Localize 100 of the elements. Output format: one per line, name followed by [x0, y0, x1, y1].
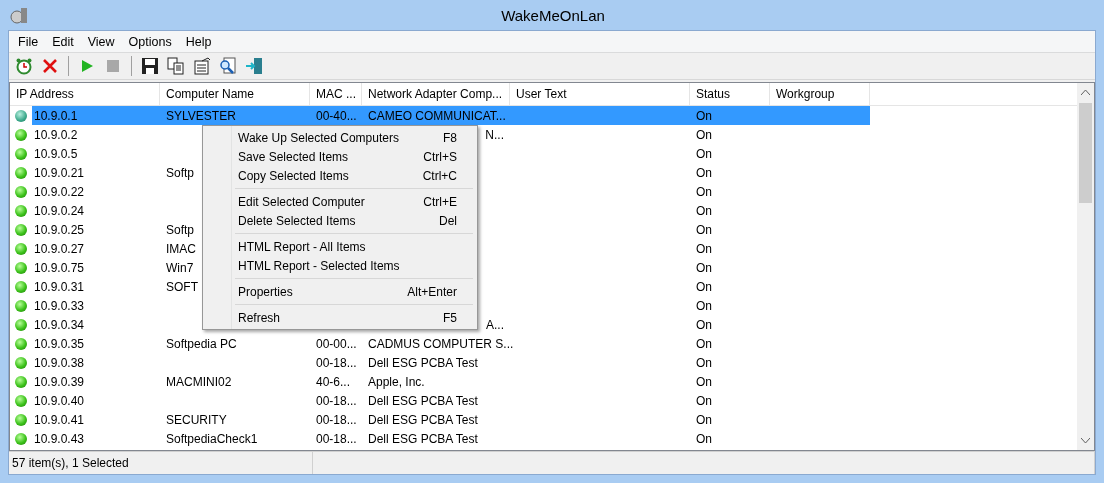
table-cell: On	[696, 146, 712, 161]
status-dot-icon	[15, 432, 27, 445]
table-cell[interactable]: 10.9.0.21	[34, 165, 85, 180]
table-cell[interactable]: 10.9.0.35	[34, 336, 85, 351]
table-cell: On	[696, 431, 712, 446]
scrollbar[interactable]	[1077, 83, 1094, 450]
table-cell: Dell ESG PCBA Test	[368, 355, 478, 370]
column-header[interactable]: Computer Name	[160, 83, 310, 105]
table-cell: Softpedia PC	[166, 336, 237, 351]
menu-item[interactable]: Help	[178, 34, 219, 49]
table-cell: SYLVESTER	[166, 108, 236, 123]
table-cell[interactable]: 10.9.0.22	[34, 184, 85, 199]
status-dot-icon	[15, 375, 27, 388]
table-cell[interactable]: 10.9.0.31	[34, 279, 85, 294]
table-cell: Win7	[166, 260, 194, 275]
table-cell[interactable]: 10.9.0.41	[34, 412, 85, 427]
table-cell[interactable]: 10.9.0.34	[34, 317, 85, 332]
status-dot-icon	[15, 109, 27, 122]
table-cell[interactable]: 10.9.0.25	[34, 222, 85, 237]
table-cell: Dell ESG PCBA Test	[368, 393, 478, 408]
status-dot-icon	[15, 204, 27, 217]
column-header[interactable]: User Text	[510, 83, 690, 105]
status-dot-icon	[15, 413, 27, 426]
status-dot-icon	[15, 356, 27, 369]
table-cell[interactable]: 10.9.0.24	[34, 203, 85, 218]
table-cell[interactable]: 10.9.0.5	[34, 146, 78, 161]
context-menu-item[interactable]: Edit Selected Computer Ctrl+E	[205, 192, 475, 211]
column-header[interactable]: MAC ...	[310, 83, 362, 105]
menu-item[interactable]: View	[80, 34, 122, 49]
alarm-clock-icon[interactable]	[15, 57, 33, 75]
table-cell: On	[696, 165, 712, 180]
status-dot-icon	[15, 280, 27, 293]
menu-item[interactable]: Edit	[45, 34, 81, 49]
status-dot-icon	[15, 223, 27, 236]
status-bar-panel: 57 item(s), 1 Selected	[9, 452, 313, 474]
status-dot-icon	[15, 318, 27, 331]
menu-item[interactable]: File	[11, 34, 46, 49]
menu-item[interactable]: Options	[121, 34, 179, 49]
table-cell[interactable]: 10.9.0.75	[34, 260, 85, 275]
copy-icon[interactable]	[167, 57, 185, 75]
context-menu-item[interactable]: HTML Report - Selected Items	[205, 256, 475, 275]
table-cell: SoftpediaCheck1	[166, 431, 258, 446]
table-cell[interactable]: 10.9.0.40	[34, 393, 85, 408]
context-menu-item[interactable]: Save Selected Items Ctrl+S	[205, 147, 475, 166]
table-cell: On	[696, 374, 712, 389]
status-dot-icon	[15, 261, 27, 274]
status-dot-icon	[15, 394, 27, 407]
context-menu-item[interactable]: Refresh F5	[205, 308, 475, 327]
properties-icon[interactable]	[193, 57, 211, 75]
status-dot-icon	[15, 337, 27, 350]
context-menu-item[interactable]: Copy Selected Items Ctrl+C	[205, 166, 475, 185]
table-cell[interactable]: 10.9.0.1	[34, 108, 78, 123]
column-header[interactable]: Workgroup	[770, 83, 870, 105]
context-menu-item[interactable]: Delete Selected Items Del	[205, 211, 475, 230]
status-dot-icon	[15, 185, 27, 198]
exit-door-icon[interactable]	[245, 57, 263, 75]
context-menu-item[interactable]: Properties Alt+Enter	[205, 282, 475, 301]
table-cell: On	[696, 203, 712, 218]
table-cell: 00-18...	[316, 431, 357, 446]
table-cell: On	[696, 108, 712, 123]
table-cell: Dell ESG PCBA Test	[368, 412, 478, 427]
table-cell: On	[696, 336, 712, 351]
table-cell: On	[696, 260, 712, 275]
column-header[interactable]: Status	[690, 83, 770, 105]
play-icon[interactable]	[80, 59, 94, 73]
table-cell[interactable]: 10.9.0.43	[34, 431, 85, 446]
delete-icon[interactable]	[42, 58, 58, 74]
table-cell: On	[696, 412, 712, 427]
status-dot-icon	[15, 242, 27, 255]
table-cell: N...	[485, 127, 504, 142]
table-cell[interactable]: 10.9.0.33	[34, 298, 85, 313]
table-cell: On	[696, 317, 712, 332]
table-cell: On	[696, 393, 712, 408]
table-cell: Softp	[166, 165, 195, 180]
column-header[interactable]: IP Address	[10, 83, 160, 105]
table-cell: SOFT	[166, 279, 198, 294]
table-cell: On	[696, 298, 712, 313]
table-cell: CADMUS COMPUTER S...	[368, 336, 514, 351]
table-cell[interactable]: 10.9.0.2	[34, 127, 78, 142]
table-cell: MACMINI02	[166, 374, 232, 389]
table-cell: On	[696, 222, 712, 237]
table-cell: 00-00...	[316, 336, 357, 351]
table-cell: CAMEO COMMUNICAT...	[368, 108, 506, 123]
magnifier-icon[interactable]	[219, 57, 237, 75]
table-cell: 40-6...	[316, 374, 351, 389]
table-cell: On	[696, 184, 712, 199]
table-cell[interactable]: 10.9.0.38	[34, 355, 85, 370]
selected-row-highlight[interactable]: 10.9.0.1 SYLVESTER 00-40... CAMEO COMMUNICAT... On	[32, 106, 870, 125]
table-cell: IMAC	[166, 241, 196, 256]
context-menu-item[interactable]: Wake Up Selected Computers F8	[205, 128, 475, 147]
table-cell: Dell ESG PCBA Test	[368, 431, 478, 446]
save-icon[interactable]	[141, 57, 159, 75]
status-dot-icon	[15, 147, 27, 160]
table-cell[interactable]: 10.9.0.39	[34, 374, 85, 389]
column-header[interactable]: Network Adapter Comp...	[362, 83, 510, 105]
scrollbar-thumb[interactable]	[1079, 103, 1092, 203]
table-cell[interactable]: 10.9.0.27	[34, 241, 85, 256]
table-cell: On	[696, 127, 712, 142]
context-menu-item[interactable]: HTML Report - All Items	[205, 237, 475, 256]
table-cell: 00-18...	[316, 393, 357, 408]
